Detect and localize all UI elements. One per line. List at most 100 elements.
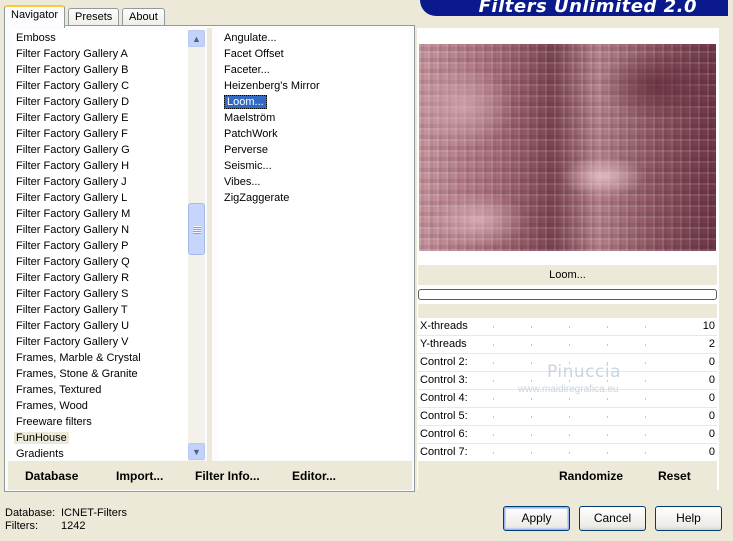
control-label: Control 7: — [420, 446, 468, 458]
filter-item[interactable]: Faceter... — [218, 62, 408, 78]
control-value: 2 — [708, 338, 715, 350]
control-slider-row[interactable]: Control 5: 0 — [418, 408, 717, 426]
control-label: Control 4: — [420, 392, 468, 404]
category-item[interactable]: Filter Factory Gallery Q — [12, 254, 188, 270]
category-item[interactable]: FunHouse — [12, 430, 188, 446]
category-item-label: Frames, Textured — [16, 384, 102, 396]
tab-navigator[interactable]: Navigator — [4, 5, 66, 28]
filter-item[interactable]: Angulate... — [218, 30, 408, 46]
category-item[interactable]: Filter Factory Gallery V — [12, 334, 188, 350]
control-label: Control 3: — [420, 374, 468, 386]
category-item-label: Filter Factory Gallery D — [16, 96, 130, 108]
filter-list[interactable]: Angulate... Facet Offset Faceter... Heizenb… — [218, 30, 408, 460]
category-item[interactable]: Frames, Marble & Crystal — [12, 350, 188, 366]
scroll-thumb[interactable] — [188, 203, 205, 255]
filter-item[interactable]: Perverse — [218, 142, 408, 158]
slider-track[interactable] — [493, 344, 677, 346]
category-item-label: Filter Factory Gallery E — [16, 112, 129, 124]
filter-item[interactable]: Heizenberg's Mirror — [218, 78, 408, 94]
filter-item[interactable]: Seismic... — [218, 158, 408, 174]
category-item-label: Filter Factory Gallery F — [16, 128, 128, 140]
filter-item-label: Heizenberg's Mirror — [224, 80, 320, 92]
randomize-button[interactable]: Randomize — [559, 469, 623, 483]
category-item-label: FunHouse — [14, 432, 69, 444]
category-item[interactable]: Frames, Stone & Granite — [12, 366, 188, 382]
category-item[interactable]: Freeware filters — [12, 414, 188, 430]
filter-item-label: Loom... — [224, 95, 267, 109]
controls-area: X-threads 10 Y-threads 2 Control 2: 0 Control … — [418, 304, 717, 462]
control-value: 0 — [708, 374, 715, 386]
filter-item[interactable]: Vibes... — [218, 174, 408, 190]
slider-track[interactable] — [493, 416, 677, 418]
cancel-button[interactable]: Cancel — [579, 506, 646, 531]
category-item-label: Gradients — [16, 448, 64, 460]
database-value: ICNET-Filters — [61, 507, 127, 519]
import-button[interactable]: Import... — [116, 469, 163, 483]
category-item[interactable]: Filter Factory Gallery L — [12, 190, 188, 206]
category-item[interactable]: Filter Factory Gallery N — [12, 222, 188, 238]
category-item[interactable]: Filter Factory Gallery D — [12, 94, 188, 110]
editor-button[interactable]: Editor... — [292, 469, 336, 483]
help-button[interactable]: Help — [655, 506, 722, 531]
apply-button[interactable]: Apply — [503, 506, 570, 531]
filter-item[interactable]: ZigZaggerate — [218, 190, 408, 206]
category-item-label: Frames, Wood — [16, 400, 88, 412]
category-item[interactable]: Filter Factory Gallery J — [12, 174, 188, 190]
slider-track[interactable] — [493, 434, 677, 436]
category-item[interactable]: Frames, Wood — [12, 398, 188, 414]
category-item[interactable]: Filter Factory Gallery F — [12, 126, 188, 142]
scroll-down-button[interactable]: ▼ — [188, 443, 205, 460]
filter-item-label: Facet Offset — [224, 48, 284, 60]
filter-item-label: Perverse — [224, 144, 269, 156]
list-splitter[interactable] — [207, 28, 212, 462]
category-item[interactable]: Filter Factory Gallery E — [12, 110, 188, 126]
filter-item-label: Maelström — [224, 112, 276, 124]
control-value: 0 — [708, 356, 715, 368]
filter-item-label: Seismic... — [224, 160, 272, 172]
category-item[interactable]: Filter Factory Gallery U — [12, 318, 188, 334]
category-item[interactable]: Filter Factory Gallery B — [12, 62, 188, 78]
navigator-toolbar: Database Import... Filter Info... Editor… — [8, 461, 412, 490]
category-item-label: Filter Factory Gallery T — [16, 304, 128, 316]
category-item[interactable]: Filter Factory Gallery C — [12, 78, 188, 94]
category-item[interactable]: Filter Factory Gallery T — [12, 302, 188, 318]
category-item[interactable]: Filter Factory Gallery R — [12, 270, 188, 286]
app-title: Filters Unlimited 2.0 — [478, 0, 697, 16]
category-item-label: Filter Factory Gallery N — [16, 224, 130, 236]
category-item-label: Filter Factory Gallery G — [16, 144, 130, 156]
category-item[interactable]: Filter Factory Gallery H — [12, 158, 188, 174]
slider-track[interactable] — [493, 452, 677, 454]
filters-count-value: 1242 — [61, 520, 86, 532]
category-item[interactable]: Filter Factory Gallery P — [12, 238, 188, 254]
category-item[interactable]: Filter Factory Gallery M — [12, 206, 188, 222]
category-item[interactable]: Filter Factory Gallery A — [12, 46, 188, 62]
filter-item[interactable]: Loom... — [218, 94, 408, 110]
category-item[interactable]: Emboss — [12, 30, 188, 46]
scroll-up-button[interactable]: ▲ — [188, 30, 205, 47]
grip-icon — [193, 226, 201, 234]
control-value: 10 — [702, 320, 715, 332]
database-button[interactable]: Database — [25, 469, 78, 483]
category-item[interactable]: Filter Factory Gallery S — [12, 286, 188, 302]
category-item-label: Filter Factory Gallery J — [16, 176, 127, 188]
reset-button[interactable]: Reset — [658, 469, 691, 483]
filter-item[interactable]: Maelström — [218, 110, 408, 126]
category-list[interactable]: Emboss Filter Factory Gallery A Filter Fac… — [12, 30, 188, 460]
control-slider-row[interactable]: Y-threads 2 — [418, 336, 717, 354]
category-item[interactable]: Gradients — [12, 446, 188, 460]
slider-track[interactable] — [493, 398, 677, 400]
filter-item-label: Vibes... — [224, 176, 261, 188]
category-item[interactable]: Filter Factory Gallery G — [12, 142, 188, 158]
slider-track[interactable] — [493, 326, 677, 328]
category-item-label: Filter Factory Gallery B — [16, 64, 129, 76]
control-label: Y-threads — [420, 338, 467, 350]
category-scrollbar[interactable]: ▲ ▼ — [188, 30, 205, 461]
category-item[interactable]: Frames, Textured — [12, 382, 188, 398]
control-slider-row[interactable]: X-threads 10 — [418, 318, 717, 336]
progress-bar — [418, 289, 717, 300]
control-slider-row[interactable]: Control 6: 0 — [418, 426, 717, 444]
filter-item[interactable]: PatchWork — [218, 126, 408, 142]
filter-info-button[interactable]: Filter Info... — [195, 469, 260, 483]
control-slider-row[interactable]: Control 7: 0 — [418, 444, 717, 462]
filter-item[interactable]: Facet Offset — [218, 46, 408, 62]
